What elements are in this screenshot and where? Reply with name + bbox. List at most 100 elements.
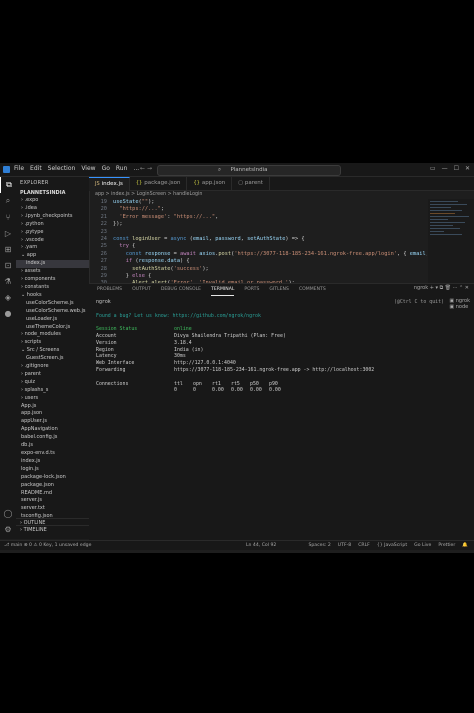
status-cursor-position[interactable]: Ln 44, Col 92	[246, 541, 276, 550]
code-editor[interactable]: 19 useState(""); 20 "https://..."; 21 'Erro…	[89, 199, 427, 283]
tree-item[interactable]: App.js	[16, 403, 89, 411]
tree-item[interactable]: › .python	[16, 221, 89, 229]
tree-item[interactable]: appUser.js	[16, 418, 89, 426]
tab-index-js[interactable]: JS index.js	[89, 177, 130, 191]
tab-problems[interactable]: PROBLEMS	[97, 286, 122, 296]
close-icon[interactable]: ✕	[465, 165, 470, 172]
panel-actions[interactable]: ngrok + ▾ ⧉ 🗑 ··· ⌃ ✕	[414, 285, 469, 291]
tab-package-json[interactable]: {} package.json	[130, 177, 188, 190]
tree-item[interactable]: useColorScheme.js	[16, 300, 89, 308]
tree-item[interactable]: expo-env.d.ts	[16, 450, 89, 458]
breadcrumb[interactable]: app > index.js > LoginScreen > handleLog…	[89, 191, 474, 199]
status-item[interactable]: Go Live	[414, 541, 431, 550]
tree-item[interactable]: babel.config.js	[16, 434, 89, 442]
status-item[interactable]: 🔔	[462, 541, 468, 550]
github-icon[interactable]: ●	[0, 305, 16, 321]
menu-selection[interactable]: Selection	[48, 165, 76, 172]
tree-item[interactable]: › scripts	[16, 339, 89, 347]
tree-item[interactable]: GuestScreen.js	[16, 355, 89, 363]
tree-item[interactable]: › quiz	[16, 379, 89, 387]
run-debug-icon[interactable]: ▷	[0, 225, 16, 241]
layout-icon[interactable]: ▭	[430, 165, 436, 172]
tree-item[interactable]: › constants	[16, 284, 89, 292]
tree-item[interactable]: README.md	[16, 490, 89, 498]
tree-item[interactable]: › node_modules	[16, 331, 89, 339]
project-root[interactable]: PLANNETSINDIA	[16, 189, 89, 197]
tree-item[interactable]: › .expo	[16, 197, 89, 205]
status-item[interactable]: {} JavaScript	[377, 541, 407, 550]
ngrok-key: Account	[96, 332, 117, 339]
tree-item[interactable]: index.js	[16, 458, 89, 466]
tree-item[interactable]: server.js	[16, 497, 89, 505]
tree-item[interactable]: db.js	[16, 442, 89, 450]
tab-app-json[interactable]: {} app.json	[187, 177, 233, 190]
tree-item[interactable]: › .pytype	[16, 229, 89, 237]
status-item[interactable]: Spaces: 2	[308, 541, 330, 550]
account-icon[interactable]: ◯	[0, 505, 16, 521]
terminal-item-node[interactable]: ▣ node	[449, 304, 470, 310]
menu-more[interactable]: ...	[133, 165, 139, 172]
tree-item[interactable]: useColorScheme.web.js	[16, 308, 89, 316]
back-arrow-icon[interactable]: ←	[140, 165, 145, 172]
tree-item[interactable]: › .idea	[16, 205, 89, 213]
tree-item[interactable]: › components	[16, 276, 89, 284]
tree-item[interactable]: ⌄ hooks	[16, 292, 89, 300]
menu-go[interactable]: Go	[102, 165, 110, 172]
menu-run[interactable]: Run	[116, 165, 128, 172]
status-item[interactable]: CRLF	[358, 541, 370, 550]
tree-item[interactable]: login.js	[16, 466, 89, 474]
tree-item[interactable]: › .ipynb_checkpoints	[16, 213, 89, 221]
menu-view[interactable]: View	[81, 165, 95, 172]
tree-item[interactable]: › parent	[16, 371, 89, 379]
timeline-section[interactable]: › TIMELINE	[16, 525, 89, 534]
explorer-icon[interactable]: ⧉	[0, 177, 17, 193]
tree-item[interactable]: › users	[16, 395, 89, 403]
tab-debug-console[interactable]: DEBUG CONSOLE	[161, 286, 201, 296]
status-item[interactable]: UTF-8	[338, 541, 351, 550]
tree-item[interactable]: › .vscode	[16, 237, 89, 245]
tab-parent[interactable]: ▢ parent	[232, 177, 270, 190]
tab-output[interactable]: OUTPUT	[132, 286, 151, 296]
menu-edit[interactable]: Edit	[30, 165, 42, 172]
tree-item[interactable]: › .gitignore	[16, 363, 89, 371]
tree-item[interactable]: app.json	[16, 410, 89, 418]
tree-item[interactable]: package-lock.json	[16, 474, 89, 482]
tree-item[interactable]: ⌄ app	[16, 252, 89, 260]
tree-item[interactable]: useThemeColor.js	[16, 324, 89, 332]
status-item[interactable]: Prettier	[438, 541, 455, 550]
extensions-icon[interactable]: ⊞	[0, 241, 16, 257]
status-left[interactable]: ⎇ main ⊗ 0 ⚠ 0 Key, 1 unsaved edge	[4, 541, 91, 550]
tree-item[interactable]: › assets	[16, 268, 89, 276]
settings-gear-icon[interactable]: ⚙	[0, 521, 16, 537]
search-icon[interactable]: ⌕	[0, 193, 16, 209]
connections-header: rt5	[231, 380, 240, 387]
tree-item[interactable]: index.js	[16, 260, 89, 269]
source-control-icon[interactable]: ⑂	[0, 209, 16, 225]
tab-comments[interactable]: COMMENTS	[299, 286, 326, 296]
tree-item[interactable]: AppNavigation	[16, 426, 89, 434]
menu-file[interactable]: File	[14, 165, 24, 172]
line-number: 21	[100, 213, 107, 220]
tree-item[interactable]: ⌄ Src / Screens	[16, 347, 89, 355]
minimize-icon[interactable]: —	[442, 165, 448, 172]
nav-arrows[interactable]: ← →	[140, 165, 152, 172]
tree-item[interactable]: useLoader.js	[16, 316, 89, 324]
ngrok-row: Latency 30ms	[96, 353, 444, 360]
tab-gitlens[interactable]: GITLENS	[269, 286, 289, 296]
code-text: "https://...";	[119, 206, 165, 213]
command-center-search[interactable]: ⌕ PlannetsIndia	[157, 165, 341, 176]
terminal-output[interactable]: (@Ctrl C to quit) ngrok Found a bug? Let…	[96, 299, 444, 394]
code-text: });	[113, 221, 123, 228]
gitlens-icon[interactable]: ◈	[0, 289, 16, 305]
tree-item[interactable]: › .yarn	[16, 244, 89, 252]
tab-terminal[interactable]: TERMINAL	[211, 286, 235, 296]
remote-explorer-icon[interactable]: ⊡	[0, 257, 16, 273]
tab-ports[interactable]: PORTS	[244, 286, 259, 296]
testing-icon[interactable]: ⚗	[0, 273, 16, 289]
tree-item[interactable]: package.json	[16, 482, 89, 490]
minimap[interactable]	[428, 199, 474, 283]
forward-arrow-icon[interactable]: →	[147, 165, 152, 172]
tree-item[interactable]: › splashs_s	[16, 387, 89, 395]
tree-item[interactable]: server.txt	[16, 505, 89, 513]
maximize-icon[interactable]: ☐	[454, 165, 459, 172]
